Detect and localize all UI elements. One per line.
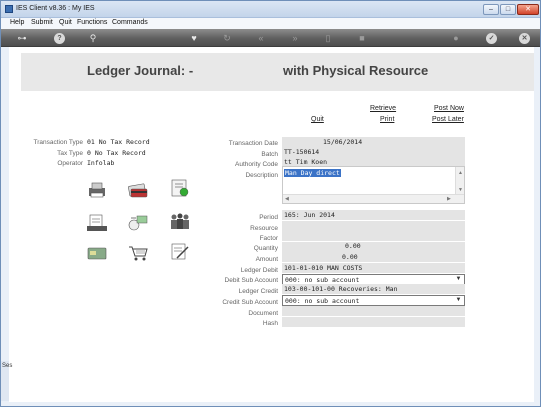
quantity-value: 0.00: [345, 242, 361, 250]
menu-quit[interactable]: Quit: [59, 19, 72, 26]
operator-label: Operator: [57, 160, 83, 167]
shopping-cart-icon[interactable]: [127, 244, 149, 262]
refresh-icon[interactable]: ↻: [220, 32, 234, 44]
menu-help[interactable]: Help: [10, 19, 24, 26]
batch-label: Batch: [261, 151, 278, 158]
batch-value: TT-150614: [284, 148, 320, 156]
resource-label: Resource: [250, 225, 278, 232]
maximize-button[interactable]: □: [500, 4, 516, 15]
description-value: Man Day direct: [284, 169, 341, 177]
printer-icon[interactable]: [86, 181, 108, 199]
ledger-credit-value: 103-00-101-00 Recoveries: Man: [284, 285, 398, 293]
transaction-date-label: Transaction Date: [228, 140, 278, 147]
chevron-down-icon[interactable]: ▼: [454, 275, 463, 284]
cancel-icon[interactable]: ✕: [519, 33, 530, 44]
menu-commands[interactable]: Commands: [112, 19, 148, 26]
fast-forward-icon[interactable]: »: [288, 32, 302, 44]
window-title: IES Client v8.36 : My IES: [16, 5, 95, 12]
description-label: Description: [245, 172, 278, 179]
toolbar: ⊶ ? ⚲ ♥ ↻ « » ▯ ■ ● ✓ ✕: [1, 29, 540, 47]
page-title: Ledger Journal: -: [87, 63, 194, 78]
page-subtitle: with Physical Resource: [283, 63, 429, 78]
debit-sub-account-label: Debit Sub Account: [224, 277, 278, 284]
lock-icon[interactable]: ●: [449, 32, 463, 44]
key-icon[interactable]: ⊶: [11, 32, 33, 44]
title-bar: IES Client v8.36 : My IES – □ ✕: [1, 1, 540, 18]
print-link[interactable]: Print: [380, 116, 394, 123]
tax-type-label: Tax Type: [57, 150, 83, 157]
document-label: Document: [248, 310, 278, 317]
ledger-credit-label: Ledger Credit: [238, 288, 278, 295]
scroll-right-icon[interactable]: ▶: [447, 196, 451, 202]
debit-sub-account-value: 000: no sub account: [285, 276, 360, 284]
credit-card-icon[interactable]: [127, 181, 149, 199]
money-exchange-icon[interactable]: [127, 214, 149, 232]
stop-icon[interactable]: ■: [355, 32, 369, 44]
quit-link[interactable]: Quit: [311, 116, 324, 123]
period-value: 165: Jun 2014: [284, 211, 335, 219]
document-field[interactable]: [282, 306, 465, 316]
transaction-date-field[interactable]: [282, 137, 465, 147]
amount-value: 0.00: [342, 253, 358, 261]
ledger-debit-label: Ledger Debit: [240, 267, 278, 274]
search-icon[interactable]: ⚲: [86, 32, 100, 44]
rewind-icon[interactable]: «: [254, 32, 268, 44]
menu-bar: Help Submit Quit Functions Commands: [1, 18, 540, 29]
chevron-down-icon[interactable]: ▼: [454, 296, 463, 305]
minimize-button[interactable]: –: [483, 4, 499, 15]
check-icon[interactable]: ✓: [486, 33, 497, 44]
authority-code-value: tt Tim Koen: [284, 158, 328, 166]
credit-sub-account-select[interactable]: 000: no sub account ▼: [282, 295, 465, 306]
ledger-debit-value: 101-01-010 MAN COSTS: [284, 264, 363, 272]
report-icon[interactable]: [169, 179, 191, 197]
menu-submit[interactable]: Submit: [31, 19, 53, 26]
operator-value: Infolab: [87, 159, 115, 167]
quantity-label: Quantity: [253, 245, 278, 252]
resource-field[interactable]: [282, 221, 465, 231]
scroll-down-icon[interactable]: ▼: [458, 187, 463, 193]
scroll-up-icon[interactable]: ▲: [458, 170, 463, 176]
transaction-type-label: Transaction Type: [33, 139, 84, 146]
period-label: Period: [259, 214, 278, 221]
post-now-link[interactable]: Post Now: [434, 105, 464, 112]
quantity-field[interactable]: [282, 242, 465, 252]
post-later-link[interactable]: Post Later: [432, 116, 464, 123]
heart-icon[interactable]: ♥: [187, 32, 201, 44]
scroll-left-icon[interactable]: ◀: [285, 196, 289, 202]
close-button[interactable]: ✕: [517, 4, 539, 15]
amount-field[interactable]: [282, 252, 465, 262]
menu-functions[interactable]: Functions: [77, 19, 107, 26]
session-label: Ses: [2, 363, 13, 369]
description-horizontal-scrollbar[interactable]: ◀ ▶: [283, 194, 464, 203]
clipboard-icon[interactable]: ▯: [321, 32, 335, 44]
transaction-type-value: 01 No Tax Record: [87, 138, 150, 146]
retrieve-link[interactable]: Retrieve: [370, 105, 396, 112]
tax-type-value: 0 No Tax Record: [87, 149, 146, 157]
transaction-date-value: 15/06/2014: [323, 138, 363, 146]
hash-field[interactable]: [282, 317, 465, 327]
people-icon[interactable]: [169, 212, 191, 230]
document-user-icon[interactable]: [86, 214, 108, 232]
edit-document-icon[interactable]: [169, 243, 191, 261]
amount-label: Amount: [255, 256, 278, 263]
factor-field[interactable]: [282, 231, 465, 241]
app-icon: [5, 5, 13, 13]
help-icon[interactable]: ?: [54, 33, 65, 44]
authority-code-label: Authority Code: [235, 161, 278, 168]
credit-sub-account-label: Credit Sub Account: [222, 299, 278, 306]
description-textarea[interactable]: Man Day direct ▲ ▼ ◀ ▶: [282, 166, 465, 204]
credit-sub-account-value: 000: no sub account: [285, 297, 360, 305]
card-icon[interactable]: [86, 244, 108, 262]
description-vertical-scrollbar[interactable]: ▲ ▼: [455, 167, 464, 195]
hash-label: Hash: [262, 320, 278, 327]
app-window: IES Client v8.36 : My IES – □ ✕ Help Sub…: [0, 0, 541, 407]
factor-label: Factor: [259, 235, 278, 242]
